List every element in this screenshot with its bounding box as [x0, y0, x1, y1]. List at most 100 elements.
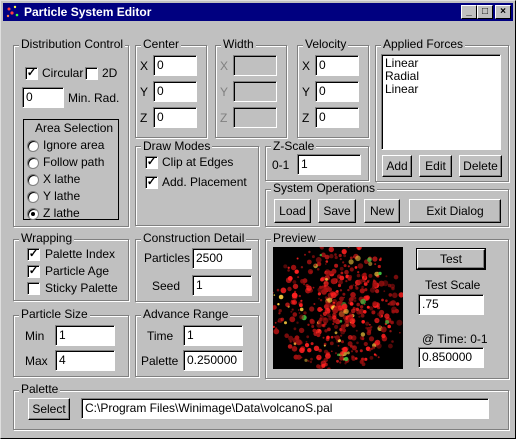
particle-dot [347, 247, 350, 248]
seed-input[interactable]: 1 [192, 275, 252, 296]
particle-dot [321, 363, 326, 368]
wrapping-title: Wrapping [19, 231, 75, 245]
particle-dot [359, 359, 364, 364]
particle-dot [320, 314, 322, 317]
width-y-input[interactable] [233, 81, 277, 102]
list-item[interactable]: Linear [385, 83, 497, 96]
z-scale-input[interactable]: 1 [297, 154, 361, 175]
seed-label: Seed [152, 279, 181, 293]
particle-dot [307, 323, 310, 326]
particles-input[interactable]: 2500 [192, 248, 252, 269]
test-button[interactable]: Test [416, 248, 486, 270]
max-size-input[interactable]: 4 [55, 350, 115, 371]
particle-dot [333, 309, 338, 314]
particle-dot [395, 302, 400, 306]
particle-dot [299, 314, 305, 320]
particle-dot [313, 345, 320, 351]
particle-dot [284, 321, 287, 325]
radio-y-lathe[interactable] [27, 191, 39, 203]
radio-ignore-area-label: Ignore area [43, 138, 105, 152]
particle-dot [278, 309, 282, 313]
particle-dot [362, 272, 367, 277]
save-button[interactable]: Save [318, 199, 356, 223]
particle-dot [340, 271, 344, 275]
particle-dot [321, 276, 325, 281]
max-size-label: Max [25, 354, 48, 368]
z-scale-range-label: 0-1 [272, 158, 290, 172]
clip-at-edges-checkbox[interactable]: ✓ [145, 156, 158, 169]
2d-checkbox[interactable] [85, 67, 98, 80]
particle-dot [349, 256, 353, 260]
center-z-input[interactable]: 0 [153, 107, 197, 128]
sticky-palette-checkbox[interactable] [27, 282, 40, 295]
advance-time-input[interactable]: 1 [183, 325, 243, 346]
title-bar[interactable]: Particle System Editor _ □ × [3, 3, 513, 21]
edit-force-button[interactable]: Edit [419, 155, 452, 177]
circular-checkbox[interactable]: ✓ [25, 67, 38, 80]
add-placement-checkbox[interactable]: ✓ [145, 176, 158, 189]
width-x-input[interactable] [233, 55, 277, 76]
radio-x-lathe[interactable] [27, 174, 39, 186]
exit-dialog-button[interactable]: Exit Dialog [409, 199, 501, 223]
particle-age-checkbox[interactable]: ✓ [27, 265, 40, 278]
particle-dot [343, 264, 347, 268]
applied-forces-list[interactable]: Linear Radial Linear [381, 54, 501, 150]
time-input[interactable]: 0.850000 [418, 347, 484, 368]
width-z-input[interactable] [233, 107, 277, 128]
advance-range-title: Advance Range [141, 307, 231, 321]
particle-dot [332, 315, 337, 320]
velocity-z-input[interactable]: 0 [315, 107, 359, 128]
particle-dot [292, 280, 297, 284]
velocity-x-input[interactable]: 0 [315, 55, 359, 76]
particle-dot [376, 319, 379, 322]
particle-dot [372, 301, 378, 307]
load-button[interactable]: Load [274, 199, 311, 223]
radio-follow-path[interactable] [27, 157, 39, 169]
particle-dot [327, 367, 331, 369]
new-button[interactable]: New [364, 199, 400, 223]
advance-palette-input[interactable]: 0.250000 [183, 350, 243, 371]
radio-z-lathe[interactable] [27, 208, 39, 220]
particle-dot [273, 294, 276, 296]
select-palette-button[interactable]: Select [28, 398, 70, 420]
velocity-y-input[interactable]: 0 [315, 81, 359, 102]
particle-dot [326, 335, 330, 340]
particle-dot [355, 349, 358, 353]
particle-dot [296, 321, 299, 324]
min-size-input[interactable]: 1 [55, 325, 115, 346]
particle-dot [334, 331, 338, 335]
minimize-button[interactable]: _ [461, 5, 477, 19]
particle-dot [355, 307, 359, 311]
center-y-input[interactable]: 0 [153, 81, 197, 102]
particle-dot [324, 329, 328, 333]
add-force-button[interactable]: Add [382, 155, 412, 177]
particle-dot [388, 293, 393, 297]
particles-label: Particles [144, 251, 191, 265]
center-x-input[interactable]: 0 [153, 55, 197, 76]
particle-dot [377, 264, 381, 269]
particle-dot [375, 354, 378, 357]
close-button[interactable]: × [495, 5, 511, 19]
sticky-palette-label: Sticky Palette [45, 281, 118, 295]
particle-dot [277, 303, 280, 306]
particle-dot [334, 263, 339, 268]
system-operations-title: System Operations [271, 181, 378, 195]
min-size-label: Min [25, 329, 45, 343]
particle-dot [341, 249, 347, 255]
radio-ignore-area[interactable] [27, 140, 39, 152]
particle-dot [298, 312, 301, 314]
particle-dot [310, 342, 314, 346]
particle-dot [322, 336, 325, 339]
min-rad-input[interactable]: 0 [22, 87, 64, 108]
test-scale-input[interactable]: .75 [418, 294, 484, 315]
particle-dot [273, 291, 274, 294]
palette-index-checkbox[interactable]: ✓ [27, 248, 40, 261]
particle-dot [375, 287, 377, 289]
test-scale-label: Test Scale [425, 278, 481, 292]
particle-dot [320, 247, 324, 250]
particle-dot [309, 318, 314, 324]
palette-path-input[interactable]: C:\Program Files\Winimage\Data\volcanoS.… [81, 398, 489, 419]
delete-force-button[interactable]: Delete [459, 155, 502, 177]
particle-dot [288, 335, 294, 341]
maximize-button[interactable]: □ [477, 5, 493, 19]
